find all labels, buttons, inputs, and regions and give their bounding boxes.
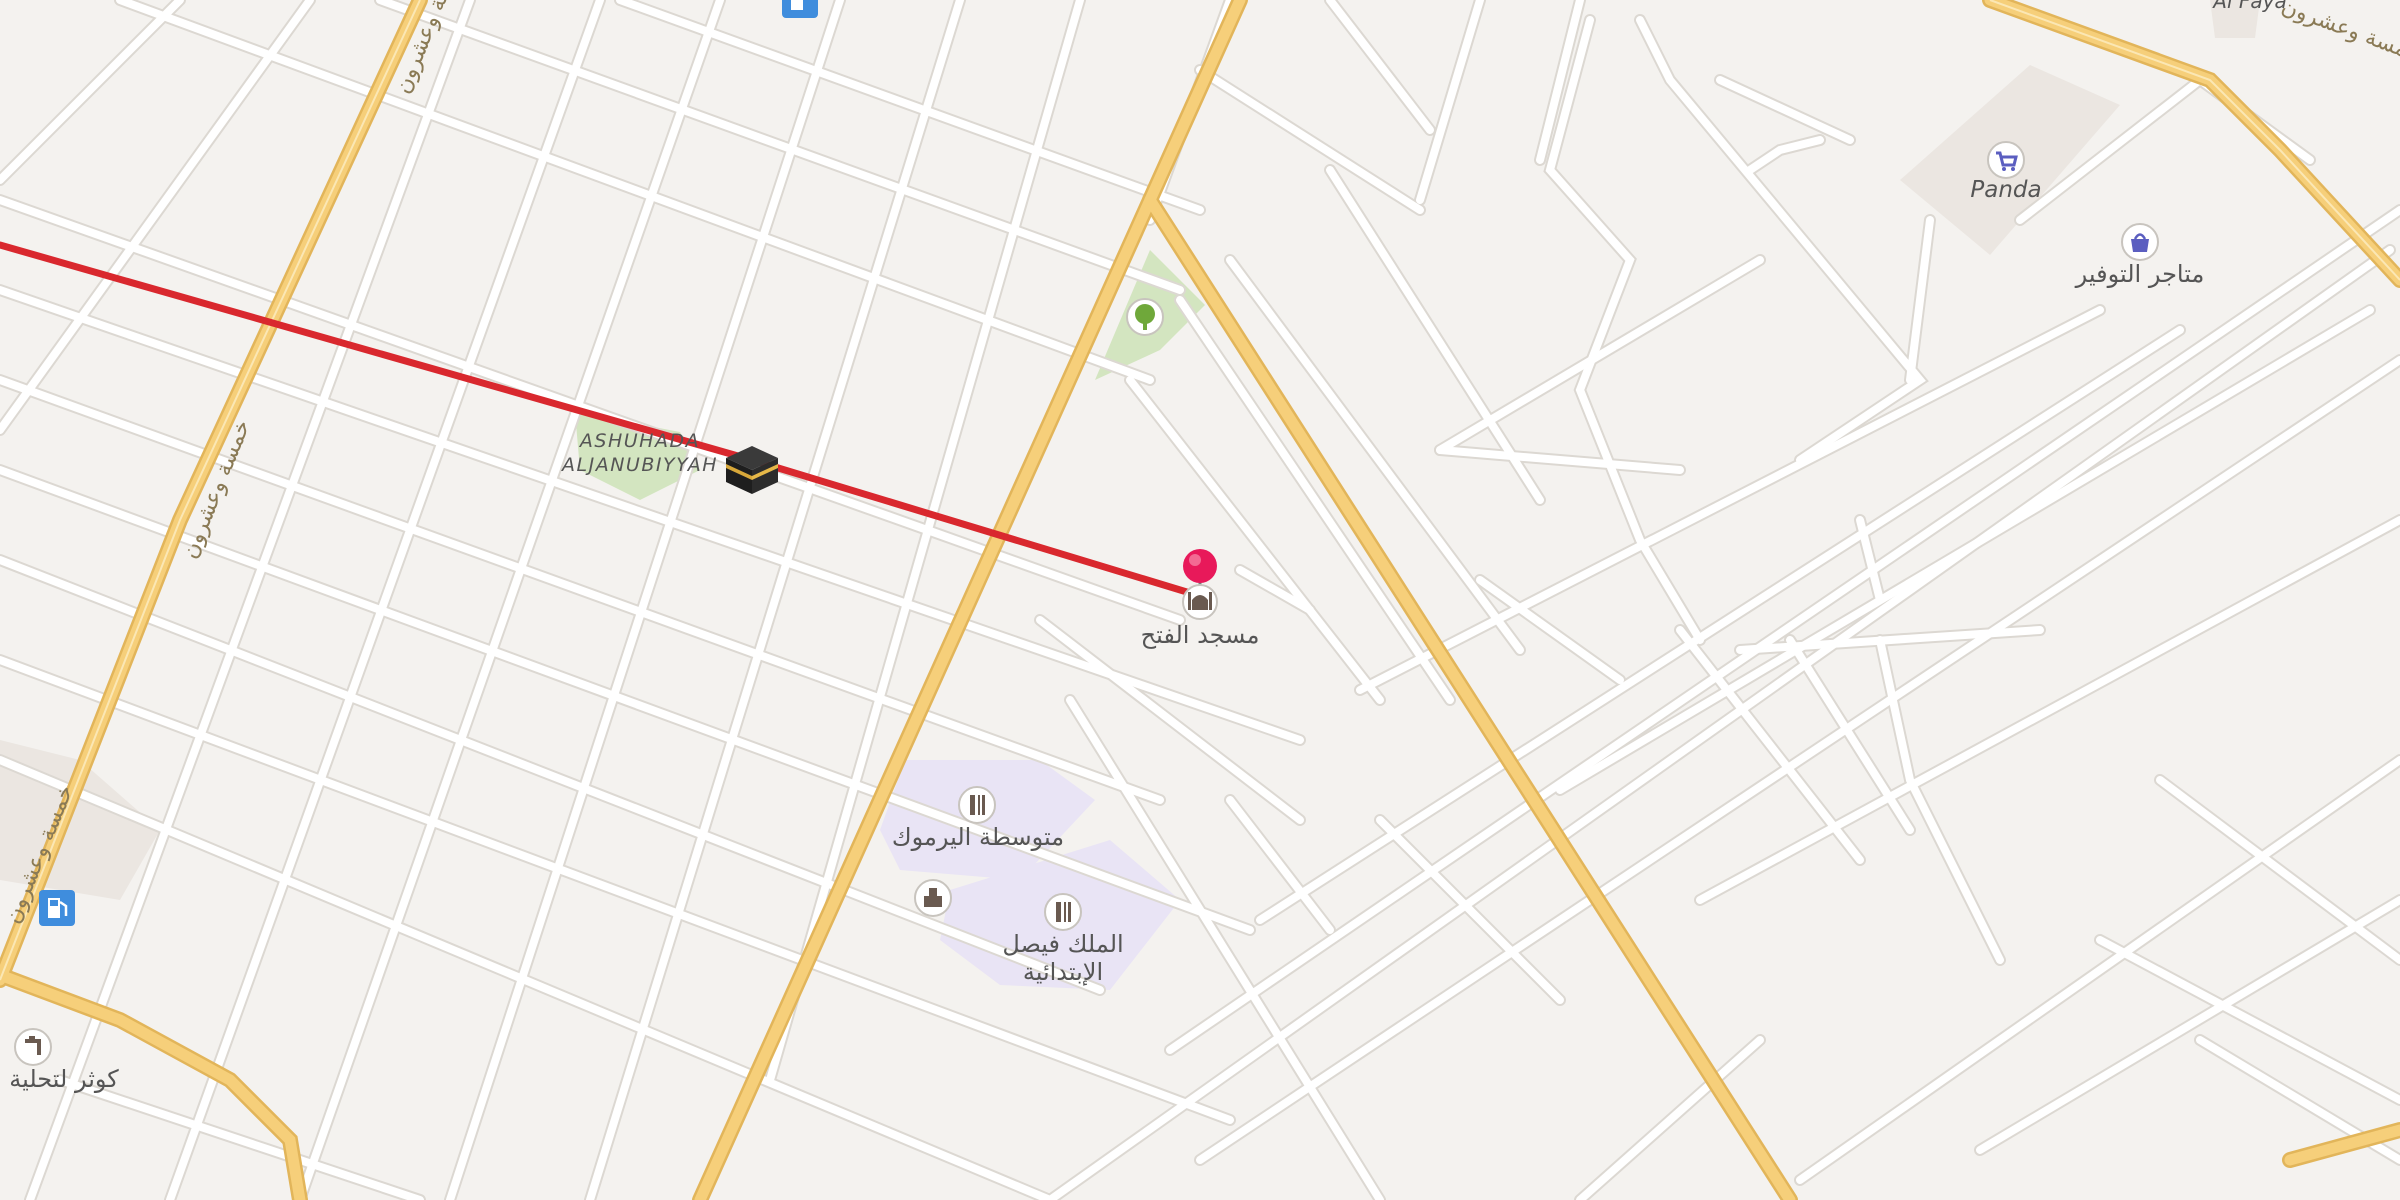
building-icon[interactable] bbox=[914, 879, 952, 917]
tree-icon[interactable] bbox=[1126, 298, 1164, 336]
shop-label[interactable]: متاجر التوفير bbox=[2075, 260, 2205, 288]
mosque-icon[interactable] bbox=[1182, 584, 1218, 620]
park-label-line1: ASHUHADA bbox=[578, 430, 700, 452]
water-tap-icon[interactable] bbox=[14, 1028, 52, 1066]
school-icon[interactable] bbox=[1044, 893, 1082, 931]
fuel-station-icon[interactable] bbox=[39, 890, 75, 926]
water-label[interactable]: كوثر لتحلية bbox=[9, 1065, 119, 1093]
school-icon[interactable] bbox=[958, 786, 996, 824]
alfaya-label[interactable]: Al Faya bbox=[2211, 0, 2286, 13]
school-label-faisal-line2[interactable]: الإبتدائية bbox=[1023, 958, 1103, 986]
park-label-line2: ALJANUBIYYAH bbox=[560, 454, 718, 476]
mosque-label[interactable]: مسجد الفتح bbox=[1141, 621, 1260, 649]
panda-label[interactable]: Panda bbox=[1970, 177, 2041, 203]
shopping-bag-icon[interactable] bbox=[2121, 223, 2159, 261]
school-label-faisal-line1[interactable]: الملك فيصل bbox=[1002, 930, 1123, 958]
shopping-cart-icon[interactable] bbox=[1987, 141, 2025, 179]
fuel-station-icon[interactable] bbox=[782, 0, 818, 18]
map-view[interactable]: خمسة وعشرون خمسة وعشرون خمسة وعشرون خمسة… bbox=[0, 0, 2400, 1200]
map-canvas[interactable]: خمسة وعشرون خمسة وعشرون خمسة وعشرون خمسة… bbox=[0, 0, 2400, 1200]
school-label-yarmouk[interactable]: متوسطة اليرموك bbox=[892, 823, 1064, 851]
